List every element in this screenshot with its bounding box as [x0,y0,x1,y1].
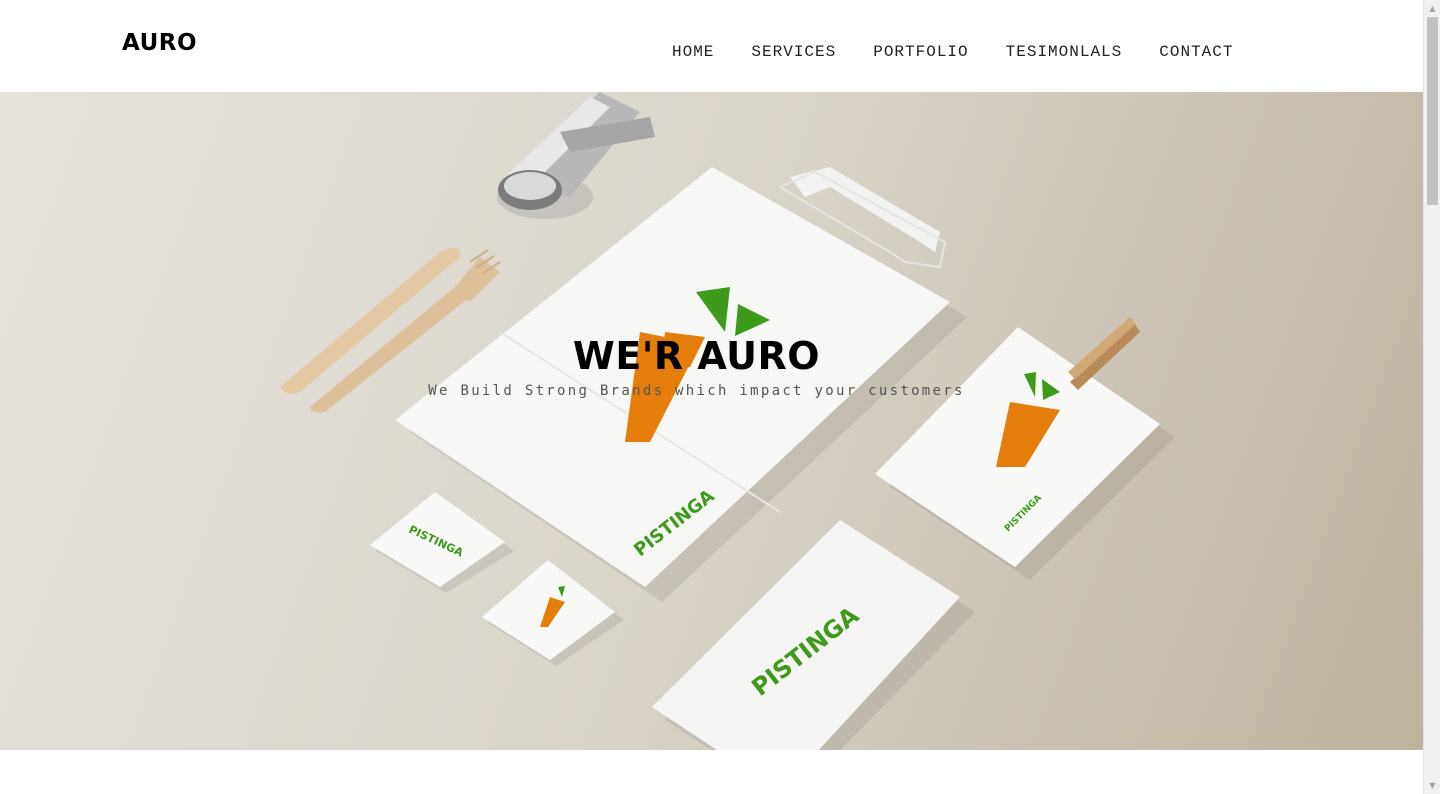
hero-title: WE'R AURO [572,334,821,378]
nav-link-contact[interactable]: CONTACT [1159,43,1233,61]
stapler-image [497,92,655,219]
nav-link-home[interactable]: HOME [672,43,714,61]
hero-subtitle: We Build Strong Brands which impact your… [428,383,965,399]
main-nav: HOME SERVICES PORTFOLIO TESIMONLALS CONT… [672,41,1270,61]
page: AURO HOME SERVICES PORTFOLIO TESIMONLALS… [0,0,1440,794]
vertical-scrollbar[interactable]: ▲ ▼ [1423,0,1440,794]
brand-logo[interactable]: AURO [122,30,197,56]
hero-banner: PISTINGA PISTINGA PISTINGA PISTINGA WE'R… [0,92,1423,750]
site-header: AURO HOME SERVICES PORTFOLIO TESIMONLALS… [0,0,1423,92]
hero-image: PISTINGA PISTINGA PISTINGA PISTINGA [280,92,1175,750]
scrollbar-thumb[interactable] [1427,17,1438,205]
nav-link-services[interactable]: SERVICES [751,43,836,61]
scroll-up-icon[interactable]: ▲ [1424,0,1440,17]
nav-link-portfolio[interactable]: PORTFOLIO [873,43,968,61]
scroll-down-icon[interactable]: ▼ [1424,777,1440,794]
nav-link-testimonials[interactable]: TESIMONLALS [1006,43,1123,61]
